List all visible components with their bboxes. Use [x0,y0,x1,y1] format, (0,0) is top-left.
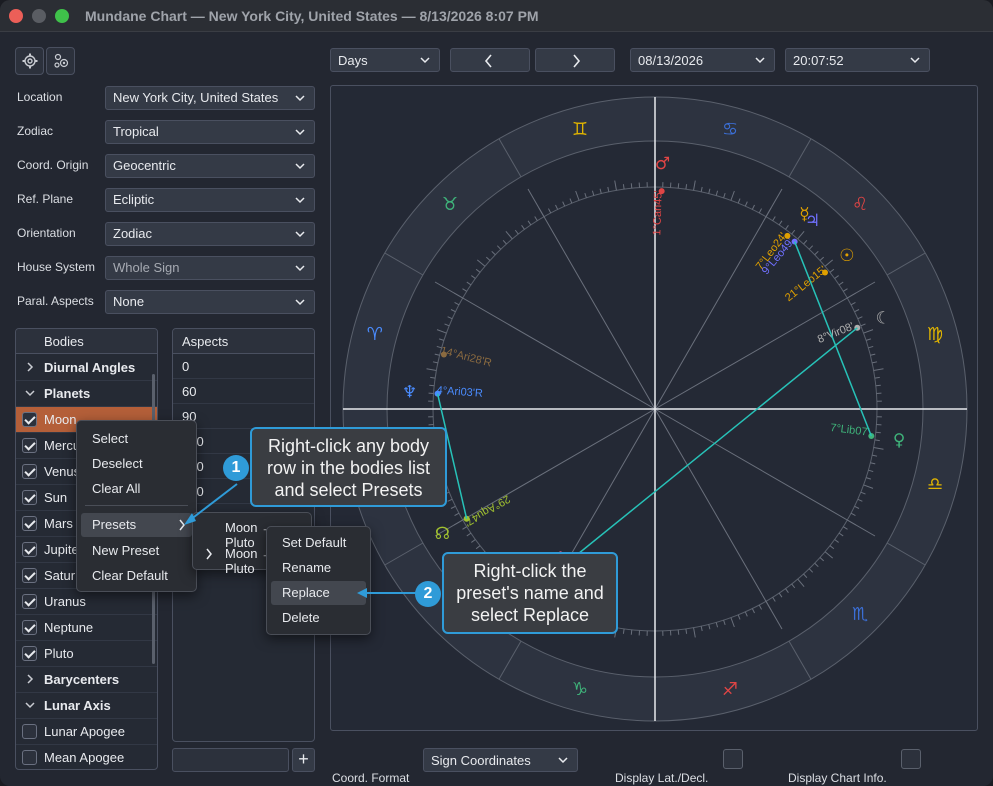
window-title: Mundane Chart — New York City, United St… [85,8,539,24]
main-content: Location New York City, United States Zodi… [0,32,993,786]
close-button[interactable] [9,9,23,23]
title-bar: Mundane Chart — New York City, United St… [0,0,993,32]
callout-2: Right-click the preset's name and select… [442,552,618,634]
callout-2-text: Right-click the preset's name and select… [456,561,604,625]
app-window: Mundane Chart — New York City, United St… [0,0,993,786]
callout-arrows [184,483,416,598]
callout-1-badge: 1 [223,455,249,481]
callout-2-badge: 2 [415,581,441,607]
maximize-button[interactable] [55,9,69,23]
minimize-button[interactable] [32,9,46,23]
callout-1: Right-click any body row in the bodies l… [250,427,447,507]
callout-1-text: Right-click any body row in the bodies l… [266,436,431,500]
